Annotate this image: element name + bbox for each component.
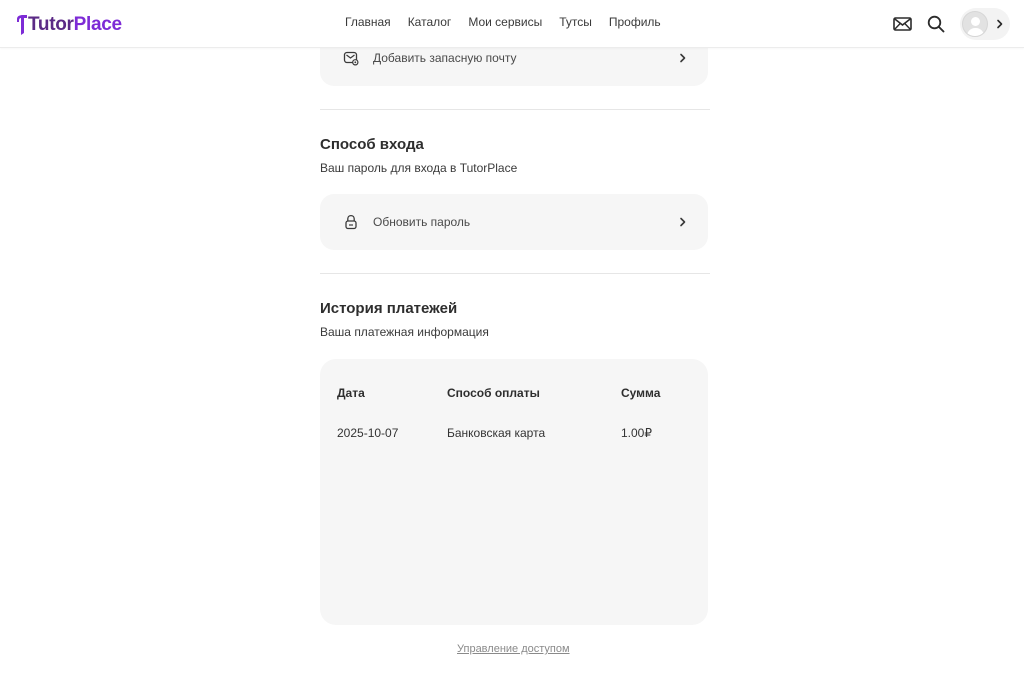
top-bar: TutorPlace Главная Каталог Мои сервисы Т…	[0, 0, 1024, 48]
nav-item-tuts[interactable]: Тутсы	[559, 15, 592, 29]
nav-item-home[interactable]: Главная	[345, 15, 391, 29]
logo[interactable]: TutorPlace	[16, 12, 122, 38]
search-icon[interactable]	[926, 14, 946, 34]
profile-menu-button[interactable]	[960, 8, 1010, 40]
nav-item-catalog[interactable]: Каталог	[408, 15, 452, 29]
update-password-row[interactable]: Обновить пароль	[320, 194, 708, 250]
access-management-link[interactable]: Управление доступом	[457, 643, 570, 655]
section-divider	[320, 109, 710, 110]
table-row-payment-method: Банковская карта	[447, 426, 546, 440]
logo-text-tutor: Tutor	[28, 14, 74, 35]
table-row-amount: 1.00₽	[621, 426, 652, 440]
payment-history-table: Дата Способ оплаты Сумма 2025-10-07 Банк…	[320, 359, 708, 625]
nav-item-profile[interactable]: Профиль	[609, 15, 661, 29]
logo-text-place: Place	[73, 14, 122, 35]
login-method-title: Способ входа	[320, 136, 424, 153]
chevron-right-icon	[997, 19, 1003, 29]
avatar	[962, 11, 988, 37]
add-backup-email-label: Добавить запасную почту	[373, 51, 517, 65]
mail-settings-icon	[342, 49, 360, 67]
logo-mark-icon	[17, 15, 27, 35]
nav-item-my-services[interactable]: Мои сервисы	[468, 15, 542, 29]
chevron-right-icon	[680, 53, 686, 63]
column-header-date: Дата	[337, 386, 365, 400]
lock-icon	[342, 213, 360, 231]
payment-history-subtitle: Ваша платежная информация	[320, 325, 489, 339]
chevron-right-icon	[680, 217, 686, 227]
table-row-date: 2025-10-07	[337, 426, 399, 440]
main-nav: Главная Каталог Мои сервисы Тутсы Профил…	[345, 15, 661, 29]
mail-icon[interactable]	[892, 14, 912, 34]
update-password-label: Обновить пароль	[373, 215, 471, 229]
section-divider	[320, 273, 710, 274]
column-header-payment-method: Способ оплаты	[447, 386, 540, 400]
login-method-subtitle: Ваш пароль для входа в TutorPlace	[320, 161, 518, 175]
header-tools	[892, 8, 1010, 40]
logo-text: TutorPlace	[28, 12, 122, 38]
payment-history-title: История платежей	[320, 300, 458, 317]
column-header-amount: Сумма	[621, 386, 661, 400]
